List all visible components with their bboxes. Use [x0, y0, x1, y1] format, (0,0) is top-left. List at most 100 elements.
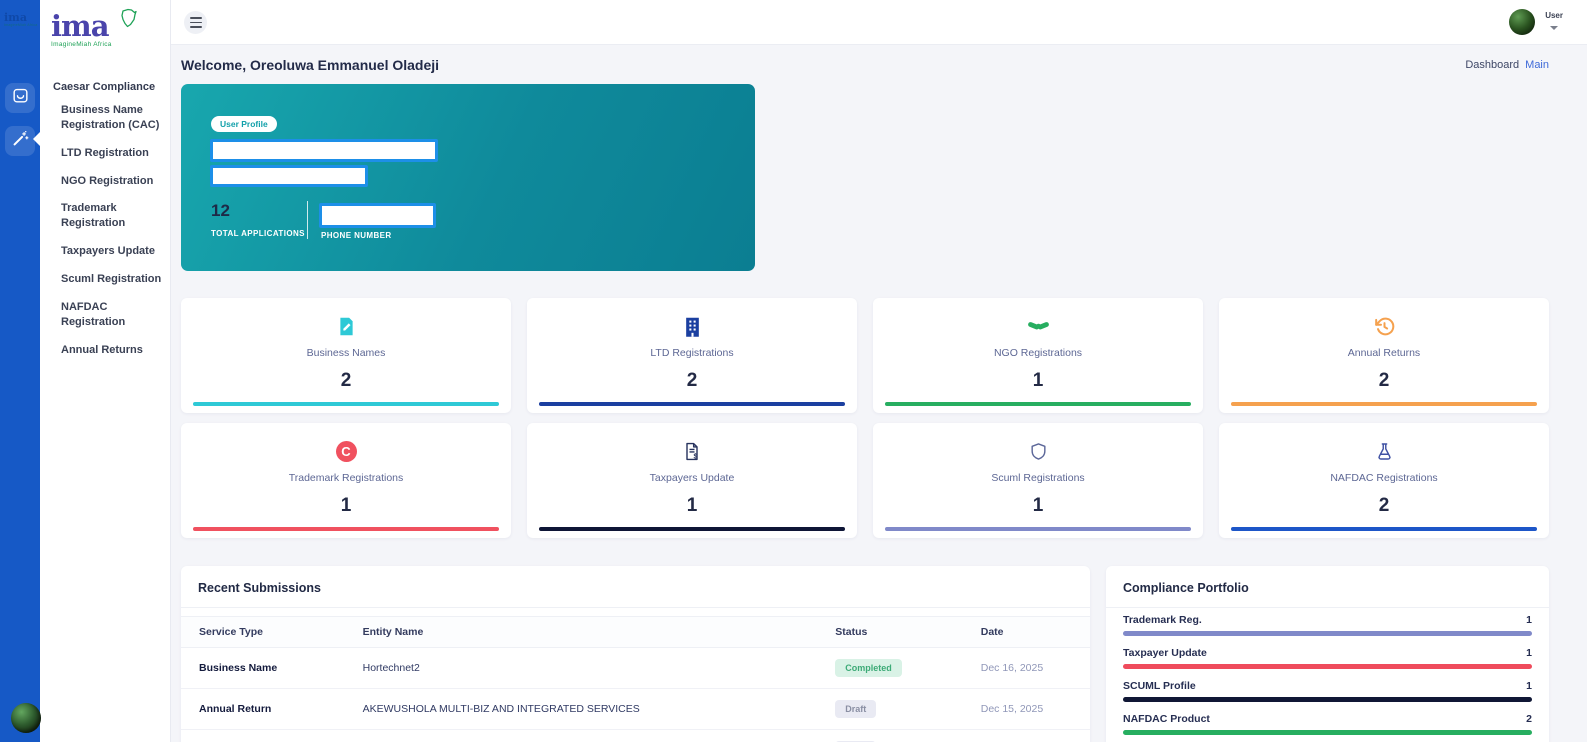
menu-toggle-button[interactable] — [184, 11, 207, 34]
portfolio-bar — [1123, 697, 1532, 702]
stat-value: 2 — [340, 370, 352, 391]
sidebar-item-annual-returns[interactable]: Annual Returns — [40, 343, 170, 358]
sidebar-item-business-name-registration[interactable]: Business Name Registration (CAC) — [40, 103, 170, 133]
home-icon — [11, 86, 30, 110]
nav-rail: ima ImagineMiah Africa — [0, 0, 41, 742]
portfolio-item-taxpayer: Taxpayer Update 1 — [1123, 647, 1532, 669]
services-button[interactable] — [5, 126, 35, 156]
stat-accent-bar — [539, 402, 845, 406]
user-profile-card: User Profile 12 TOTAL APPLICATIONS PHONE… — [181, 84, 755, 271]
portfolio-label: Taxpayer Update — [1123, 647, 1207, 659]
cell-entity-name: Hortechnet2 — [344, 647, 818, 689]
stat-value: 1 — [1032, 370, 1044, 391]
breadcrumb-main[interactable]: Main — [1525, 59, 1549, 71]
rail-ghost-logo: ima ImagineMiah Africa — [4, 12, 37, 27]
handshake-icon — [1027, 314, 1050, 338]
stat-card-ngo-registrations: NGO Registrations 1 — [873, 298, 1203, 413]
rail-logo-text: ima — [4, 11, 27, 24]
sidebar-item-trademark-registration[interactable]: Trademark Registration — [40, 201, 170, 231]
rail-logo-tagline: ImagineMiah Africa — [4, 23, 38, 27]
stat-accent-bar — [1231, 527, 1537, 531]
flask-icon — [1375, 439, 1394, 463]
magic-wand-icon — [11, 129, 30, 153]
hamburger-icon — [189, 17, 202, 28]
stat-label: NGO Registrations — [993, 347, 1083, 359]
table-row[interactable]: Annual Return AKEWUSHOLA MULTI-BIZ AND I… — [181, 688, 1090, 730]
main-area: User Welcome, Oreoluwa Emmanuel Oladeji … — [171, 0, 1587, 742]
home-button[interactable] — [5, 83, 35, 113]
stat-label: Trademark Registrations — [288, 472, 404, 484]
building-icon — [683, 314, 702, 338]
table-row[interactable]: Business Name Hortechnet2 Completed Dec … — [181, 647, 1090, 689]
divider — [181, 607, 1090, 608]
breadcrumb: Dashboard Main — [1465, 59, 1549, 71]
column-header-service-type: Service Type — [181, 616, 345, 648]
recent-submissions-title: Recent Submissions — [198, 581, 321, 595]
stat-card-scuml-registrations: Scuml Registrations 1 — [873, 423, 1203, 538]
table-row[interactable]: Annual Return Hortechnet Draft Dec 15, 2… — [181, 729, 1090, 742]
column-header-status: Status — [817, 616, 963, 648]
phone-number-label: PHONE NUMBER — [321, 231, 392, 240]
stat-card-business-names: Business Names 2 — [181, 298, 511, 413]
profile-divider — [307, 201, 308, 239]
sidebar-item-ngo-registration[interactable]: NGO Registration — [40, 174, 170, 189]
portfolio-label: SCUML Profile — [1123, 680, 1196, 692]
stat-accent-bar — [885, 527, 1191, 531]
copyright-icon: C — [335, 439, 357, 463]
brand-logo[interactable]: ima ImagineMiah Africa — [40, 0, 170, 48]
stat-card-ltd-registrations: LTD Registrations 2 — [527, 298, 857, 413]
portfolio-value: 1 — [1526, 614, 1532, 626]
floating-avatar[interactable] — [11, 703, 41, 733]
stat-label: LTD Registrations — [650, 347, 734, 359]
sidebar-item-ltd-registration[interactable]: LTD Registration — [40, 146, 170, 161]
stat-label: Business Names — [306, 347, 386, 359]
active-item-pointer — [33, 132, 40, 146]
stat-accent-bar — [193, 402, 499, 406]
chevron-down-icon[interactable] — [1550, 26, 1558, 30]
stat-value: 1 — [340, 495, 352, 516]
sidebar-item-nafdac-registration[interactable]: NAFDAC Registration — [40, 300, 170, 330]
cell-date: Dec 15, 2025 — [962, 729, 1090, 742]
sidebar-item-taxpayers-update[interactable]: Taxpayers Update — [40, 244, 170, 259]
sidebar-section-caesar-compliance[interactable]: Caesar Compliance — [40, 81, 170, 93]
page-title: Welcome, Oreoluwa Emmanuel Oladeji — [181, 57, 440, 73]
user-avatar[interactable] — [1509, 9, 1535, 35]
sidebar-menu: Caesar Compliance Business Name Registra… — [40, 81, 170, 357]
stat-label: NAFDAC Registrations — [1330, 472, 1438, 484]
total-applications-value: 12 — [211, 201, 230, 220]
recent-submissions-table: Service Type Entity Name Status Date Bus… — [181, 616, 1090, 742]
status-badge: Completed — [835, 659, 902, 677]
column-header-date: Date — [962, 616, 1090, 648]
breadcrumb-dashboard[interactable]: Dashboard — [1465, 59, 1519, 71]
stat-value: 2 — [686, 370, 698, 391]
stats-grid: Business Names 2 LTD Registrations 2 NGO… — [181, 298, 1549, 538]
stat-label: Scuml Registrations — [991, 472, 1085, 484]
cell-entity-name: Hortechnet — [344, 729, 818, 742]
stat-card-annual-returns: Annual Returns 2 — [1219, 298, 1549, 413]
compliance-portfolio-card: Compliance Portfolio Trademark Reg. 1 Ta… — [1106, 566, 1549, 742]
total-applications-label: TOTAL APPLICATIONS — [211, 229, 305, 238]
cell-date: Dec 16, 2025 — [962, 647, 1090, 689]
cell-entity-name: AKEWUSHOLA MULTI-BIZ AND INTEGRATED SERV… — [344, 688, 818, 730]
stat-label: Annual Returns — [1347, 347, 1421, 359]
portfolio-bar — [1123, 730, 1532, 735]
status-badge: Draft — [835, 700, 877, 718]
portfolio-bar — [1123, 664, 1532, 669]
portfolio-item-scuml: SCUML Profile 1 — [1123, 680, 1532, 702]
portfolio-item-trademark: Trademark Reg. 1 — [1123, 614, 1532, 636]
stat-value: 2 — [1378, 370, 1390, 391]
topbar: User — [171, 0, 1587, 45]
portfolio-item-nafdac: NAFDAC Product 2 — [1123, 713, 1532, 735]
cell-service-type: Business Name — [181, 647, 345, 689]
brand-logo-text: ima — [51, 9, 110, 43]
cell-service-type: Annual Return — [181, 729, 345, 742]
portfolio-value: 1 — [1526, 680, 1532, 692]
file-invoice-dollar-icon: $ — [682, 439, 702, 463]
user-menu-label[interactable]: User — [1545, 11, 1563, 20]
column-header-entity-name: Entity Name — [344, 616, 818, 648]
history-icon — [1374, 314, 1395, 338]
sidebar-item-scuml-registration[interactable]: Scuml Registration — [40, 272, 170, 287]
stat-accent-bar — [539, 527, 845, 531]
redacted-phone-field — [319, 203, 436, 228]
sidebar: ima ImagineMiah Africa Caesar Compliance… — [40, 0, 171, 742]
